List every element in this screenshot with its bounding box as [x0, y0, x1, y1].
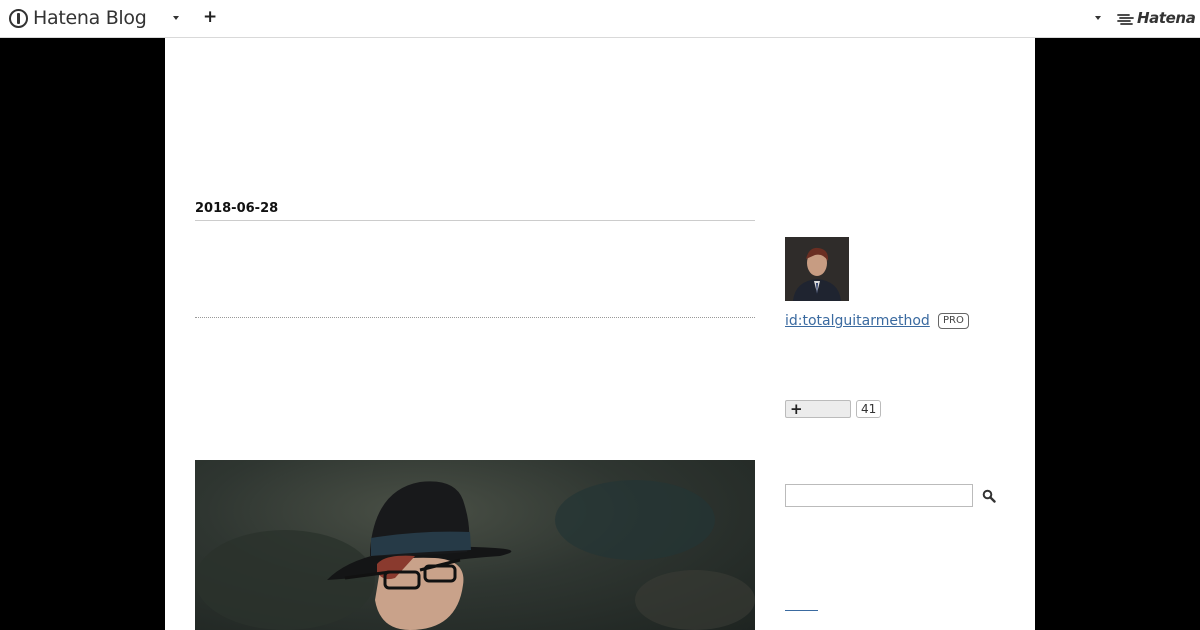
entry-divider: [195, 317, 755, 318]
avatar[interactable]: [785, 237, 849, 301]
entry-photo: [195, 460, 755, 630]
user-id-link[interactable]: id:totalguitarmethod: [785, 313, 930, 329]
date-divider: [195, 220, 755, 221]
hatena-blog-home-link[interactable]: Hatena Blog: [9, 6, 147, 30]
subscribe-button[interactable]: +: [785, 400, 851, 418]
hatena-blog-logo-icon: [9, 8, 28, 28]
pro-badge: PRO: [938, 313, 969, 329]
man-with-hat-photo: [195, 480, 755, 630]
brand-name: Hatena Blog: [33, 7, 147, 29]
subscriber-count: 41: [856, 400, 882, 418]
search-input[interactable]: [785, 484, 973, 507]
blog-page: 2018-06-28 id:totalguitarmethod PRO + 41: [165, 38, 1035, 630]
plus-icon: +: [790, 400, 803, 418]
hatena-logo-icon[interactable]: [1117, 12, 1135, 26]
blog-menu-dropdown-icon[interactable]: [173, 16, 179, 20]
entry-date[interactable]: 2018-06-28: [195, 201, 278, 216]
plus-icon[interactable]: +: [203, 9, 217, 26]
hatena-label[interactable]: Hatena: [1137, 9, 1196, 27]
search-icon[interactable]: [982, 489, 996, 503]
user-menu-dropdown-icon[interactable]: [1095, 16, 1101, 20]
global-header: Hatena Blog + Hatena: [0, 0, 1200, 38]
sidebar-link[interactable]: [785, 610, 818, 611]
profile-photo: [785, 237, 849, 301]
